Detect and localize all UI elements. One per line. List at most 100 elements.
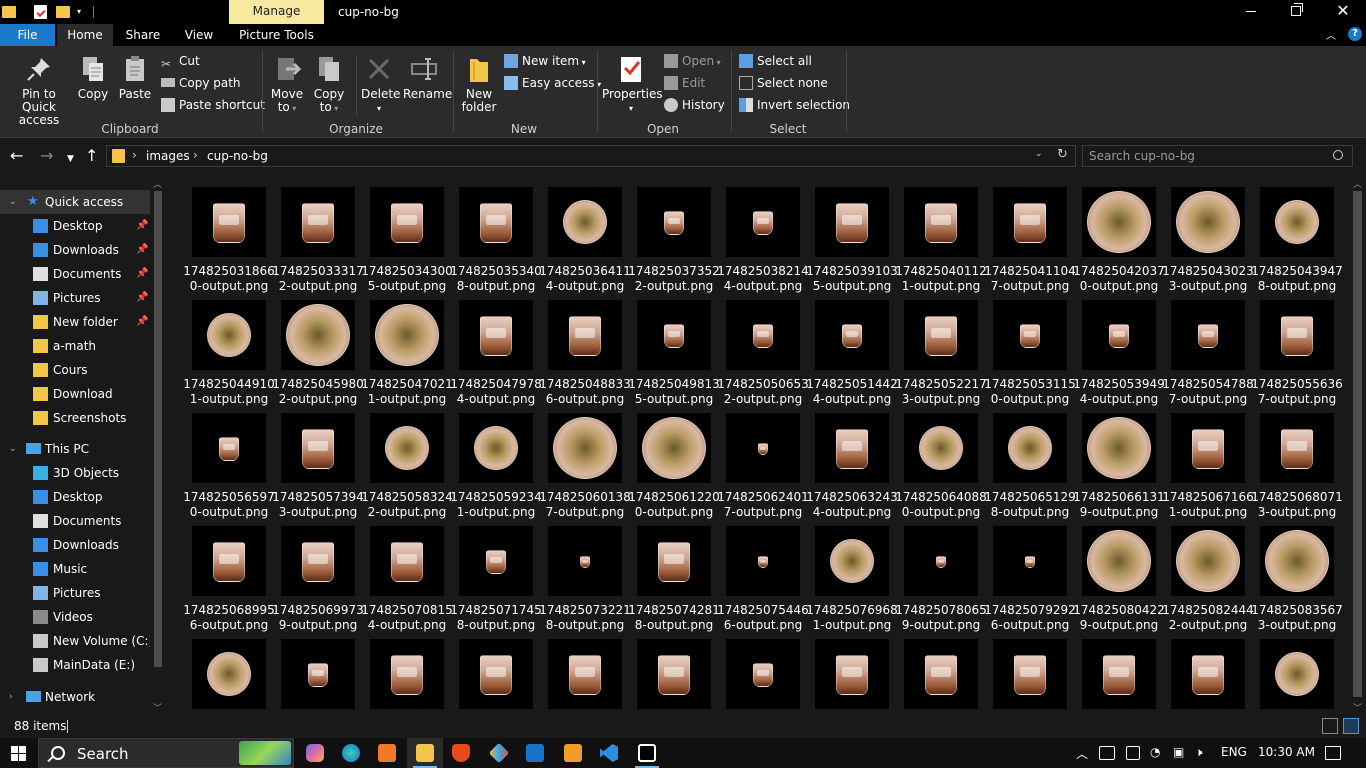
navigation-pane-scrollbar-thumb[interactable] [154,191,162,667]
file-item[interactable]: 174825050653 2-output.png [717,296,809,408]
file-item[interactable]: 174825043023 3-output.png [1162,183,1254,295]
address-history-chevron-down-icon[interactable]: ⌄ [1035,149,1043,159]
file-item[interactable] [186,635,272,715]
file-item[interactable] [631,635,717,715]
minimize-button[interactable] [1228,0,1274,24]
nav-quick-item[interactable]: Download [0,382,150,406]
file-item[interactable]: 174825035340 8-output.png [450,183,542,295]
notifications-icon[interactable] [1325,746,1341,760]
refresh-icon[interactable]: ↻ [1057,147,1068,162]
expand-chevron-icon[interactable]: ⌄ [9,437,17,461]
battery-icon[interactable] [1126,746,1140,760]
file-item[interactable]: 174825064088 0-output.png [895,409,987,521]
file-item[interactable]: 174825062401 7-output.png [717,409,809,521]
file-item[interactable]: 174825082444 2-output.png [1162,522,1254,634]
up-arrow-icon[interactable]: ↑ [85,147,98,165]
manage-contextual-tab[interactable]: Manage [229,0,324,24]
file-item[interactable]: 174825047021 1-output.png [361,296,453,408]
file-item[interactable] [987,635,1073,715]
pin-icon[interactable]: 📌 [136,310,148,334]
sublime-text-app-icon[interactable] [555,738,591,768]
tab-file[interactable]: File [0,24,55,46]
file-item[interactable]: 174825059234 1-output.png [450,409,542,521]
file-list-scrollbar-thumb[interactable] [1353,191,1362,697]
file-item[interactable] [453,635,539,715]
forward-arrow-icon[interactable]: → [40,147,53,165]
file-item[interactable]: 174825049813 5-output.png [628,296,720,408]
breadcrumb-images[interactable]: images [146,149,190,163]
back-arrow-icon[interactable]: ← [10,147,23,165]
vscode-app-icon[interactable] [591,738,627,768]
file-item[interactable] [720,635,806,715]
nav-pc-item[interactable]: 3D Objects [0,461,150,485]
nav-pc-item[interactable]: Desktop [0,485,150,509]
file-item[interactable]: 174825040112 1-output.png [895,183,987,295]
copilot-app-icon[interactable] [297,738,333,768]
outlook-app-icon[interactable] [517,738,553,768]
intellij-app-icon[interactable] [629,738,665,768]
file-item[interactable] [809,635,895,715]
nav-quick-item[interactable]: a-math [0,334,150,358]
file-item[interactable] [1254,635,1340,715]
file-item[interactable]: 174825057394 3-output.png [272,409,364,521]
tab-home[interactable]: Home [57,24,113,46]
file-item[interactable] [275,635,361,715]
nav-quick-item[interactable]: Desktop 📌 [0,214,150,238]
breadcrumb-cup-no-bg[interactable]: cup-no-bg [207,149,268,163]
nav-pc-item[interactable]: Pictures [0,581,150,605]
show-hidden-icons-chevron-up-icon[interactable]: ︿ [1076,745,1088,762]
volume-muted-icon[interactable]: 🕨 [1195,745,1203,760]
file-item[interactable]: 174825051442 4-output.png [806,296,898,408]
file-item[interactable]: 174825034300 5-output.png [361,183,453,295]
delete-button[interactable]: Delete ▾ [361,54,400,115]
scroll-down-chevron-icon[interactable]: ﹀ [153,701,162,714]
file-item[interactable]: 174825083567 3-output.png [1251,522,1343,634]
paste-button[interactable]: Paste [118,54,152,101]
file-explorer-app-icon[interactable] [407,738,443,768]
scroll-up-chevron-icon[interactable]: ︿ [1353,177,1362,190]
nav-pc-item[interactable]: MainData (E:) [0,653,150,677]
file-item[interactable]: 174825038214 4-output.png [717,183,809,295]
nav-quick-item[interactable]: Screenshots [0,406,150,430]
nav-pc-item[interactable]: New Volume (C:) [0,629,153,653]
meet-now-icon[interactable]: ▣ [1173,745,1184,759]
file-item[interactable]: 174825070815 4-output.png [361,522,453,634]
scroll-down-chevron-icon[interactable]: ﹀ [1353,701,1362,714]
copy-path-button[interactable]: Copy path [161,74,241,92]
nav-quick-item[interactable]: Downloads 📌 [0,238,150,262]
file-item[interactable]: 174825080422 9-output.png [1073,522,1165,634]
pin-icon[interactable]: 📌 [136,238,148,262]
properties-button[interactable]: Properties ▾ [602,54,663,115]
file-item[interactable]: 174825052217 3-output.png [895,296,987,408]
large-icons-view-icon[interactable] [1343,718,1359,734]
collapse-ribbon-chevron-up-icon[interactable]: ︿ [1326,27,1336,42]
file-item[interactable]: 174825058324 2-output.png [361,409,453,521]
file-item[interactable]: 174825033317 2-output.png [272,183,364,295]
details-view-icon[interactable] [1322,718,1338,734]
taskbar-search-box[interactable]: Search [38,738,294,768]
easy-access-button[interactable]: Easy access ▾ [504,74,601,92]
file-item[interactable]: 174825074281 8-output.png [628,522,720,634]
close-button[interactable]: ✕ [1320,0,1366,24]
file-item[interactable] [364,635,450,715]
nav-network[interactable]: › Network [0,685,150,709]
paste-shortcut-button[interactable]: Paste shortcut [161,96,265,114]
file-item[interactable]: 174825048833 6-output.png [539,296,631,408]
new-folder-button[interactable]: New folder [458,54,500,114]
scroll-up-chevron-icon[interactable]: ︿ [153,177,162,190]
move-to-button[interactable]: Move to ▾ [270,54,304,115]
new-folder-quick-access-icon[interactable] [56,6,70,18]
start-button[interactable] [0,738,38,768]
file-item[interactable]: 174825031866 0-output.png [183,183,275,295]
file-item[interactable]: 174825039103 5-output.png [806,183,898,295]
tab-share[interactable]: Share [115,24,171,46]
file-item[interactable]: 174825060138 7-output.png [539,409,631,521]
file-item[interactable]: 174825075446 6-output.png [717,522,809,634]
properties-quick-access-icon[interactable] [34,5,47,19]
file-item[interactable]: 174825042037 0-output.png [1073,183,1165,295]
file-item[interactable]: 174825073221 8-output.png [539,522,631,634]
invert-selection-button[interactable]: Invert selection [739,96,850,114]
copy-button[interactable]: Copy [76,54,110,101]
file-item[interactable] [1165,635,1251,715]
pin-icon[interactable]: 📌 [136,262,148,286]
